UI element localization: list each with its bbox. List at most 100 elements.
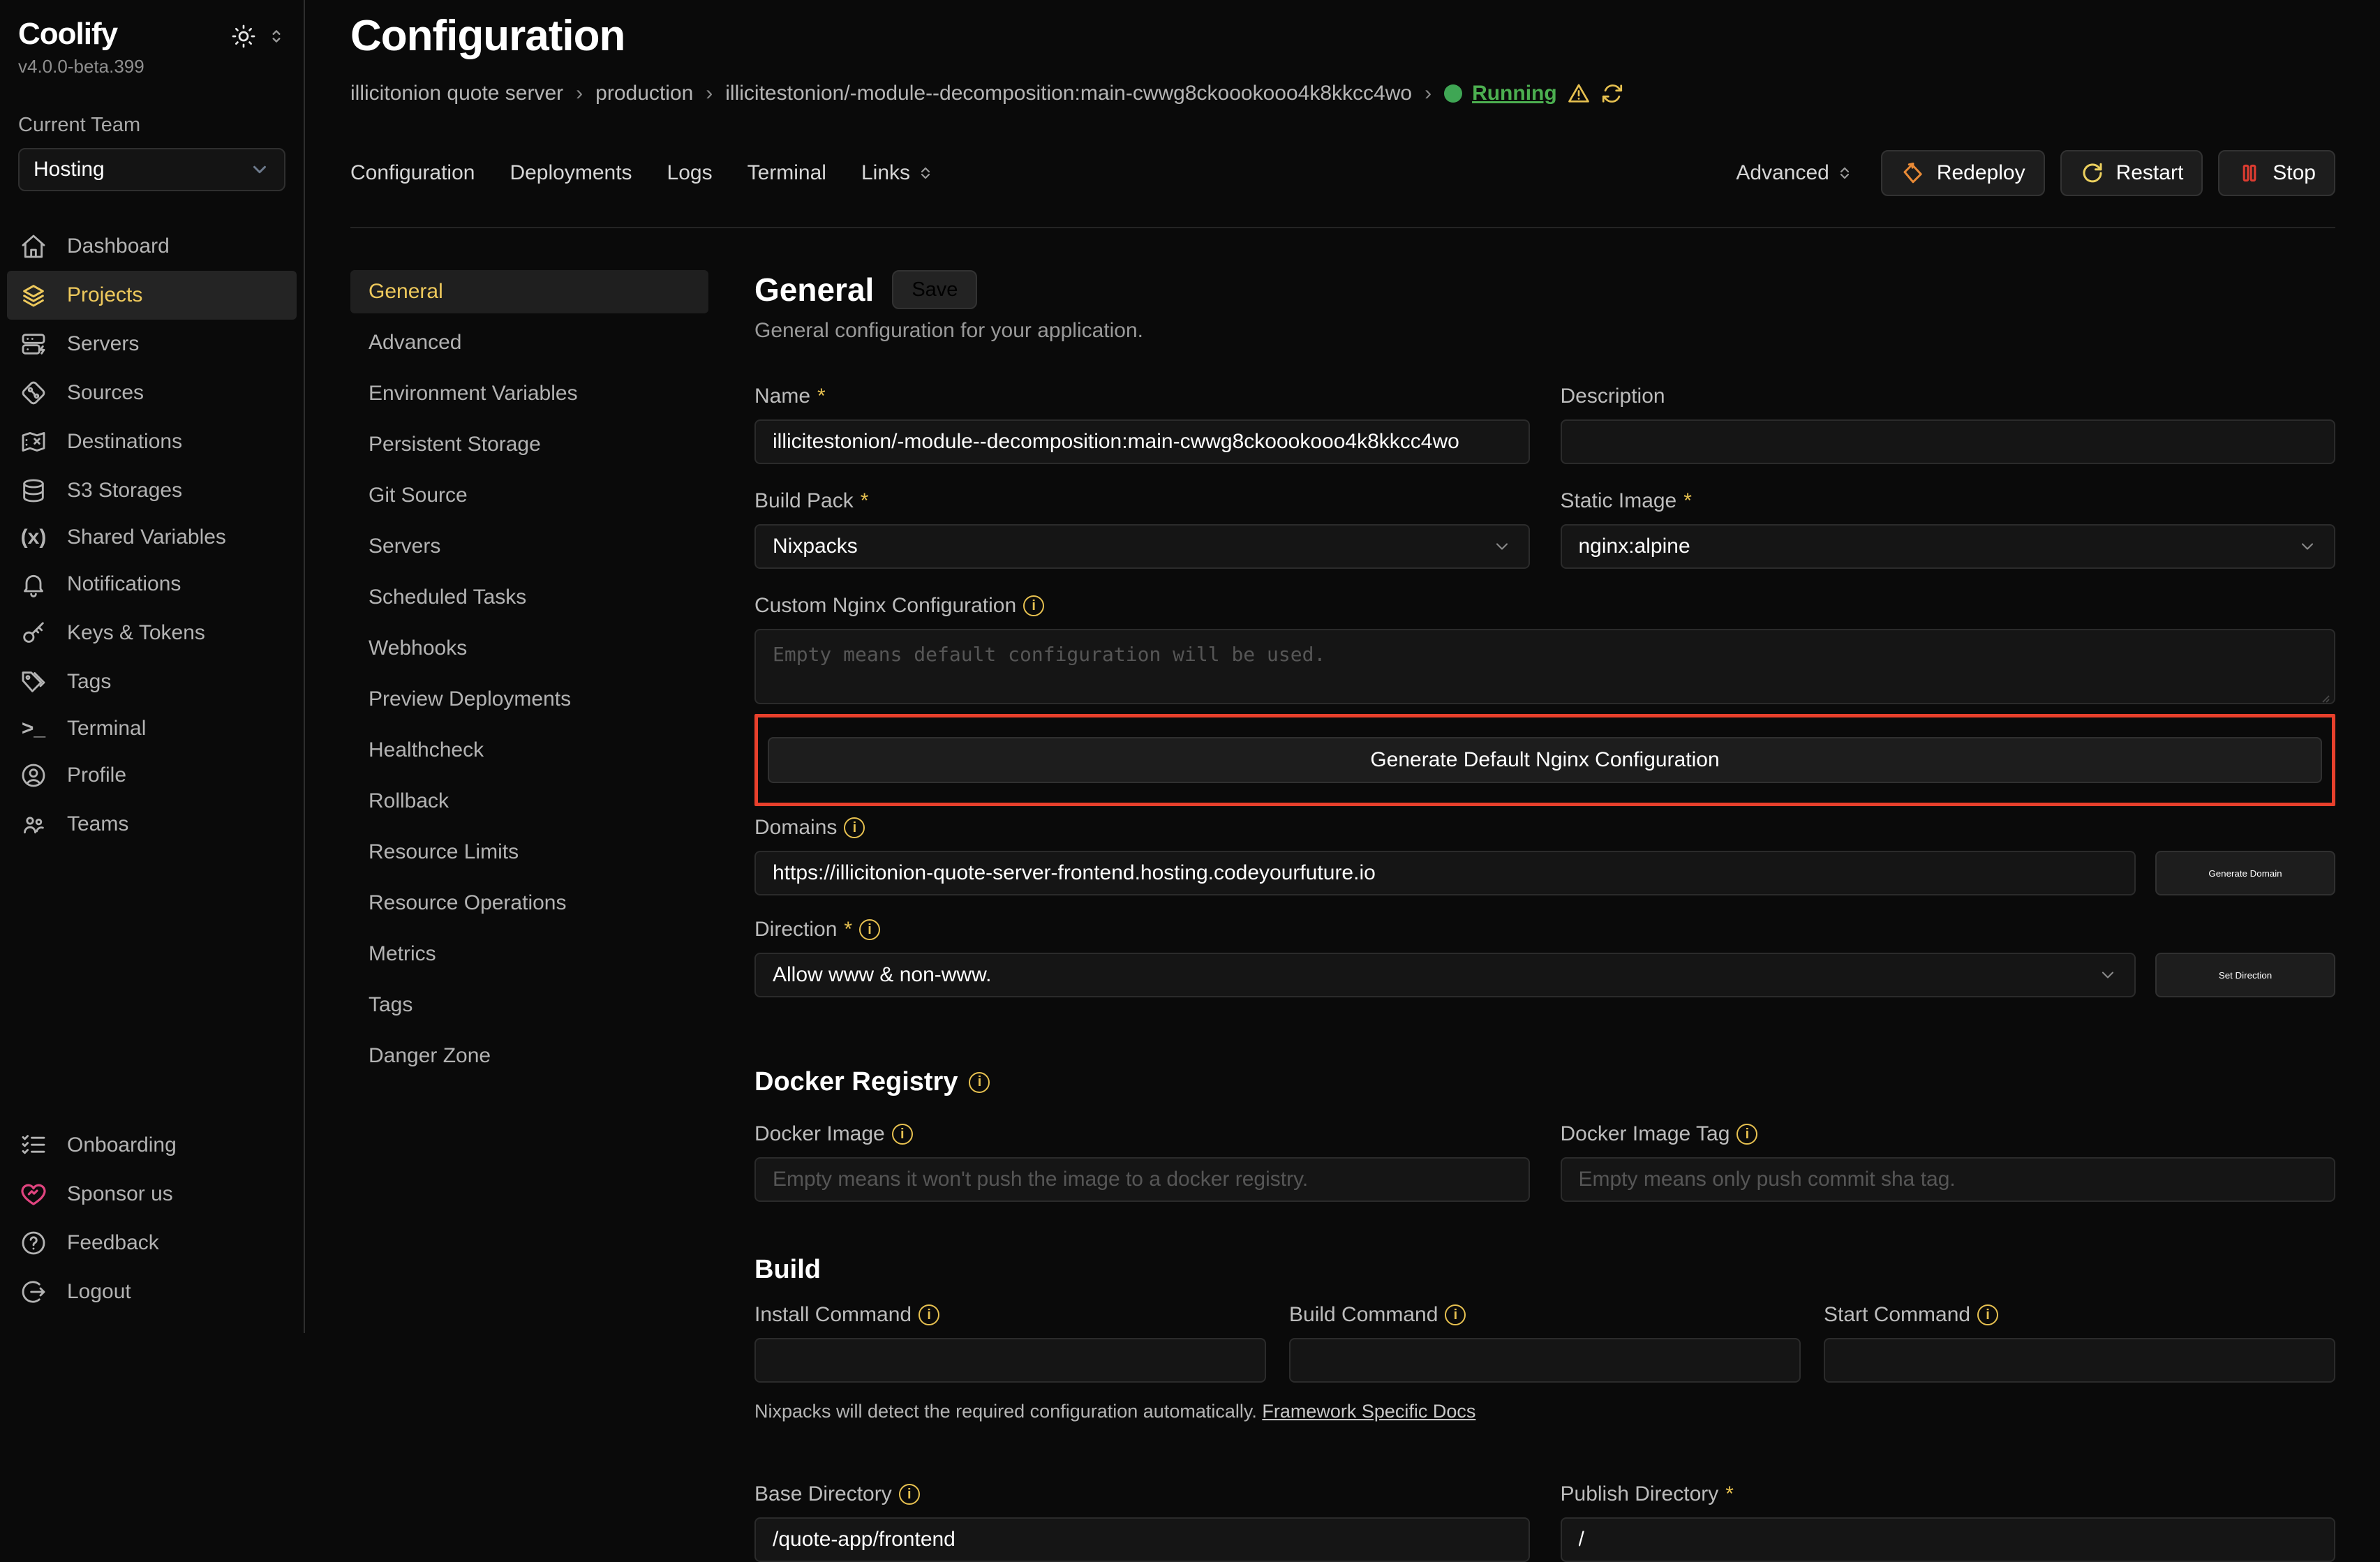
sidebar-item-terminal[interactable]: >_ Terminal	[7, 706, 297, 751]
sidebar-item-teams[interactable]: Teams	[7, 800, 297, 849]
bell-icon	[20, 570, 47, 598]
resize-handle-icon[interactable]	[2319, 692, 2330, 703]
subnav-general[interactable]: General	[350, 270, 708, 313]
subnav-git-source[interactable]: Git Source	[350, 474, 708, 517]
tab-logs[interactable]: Logs	[667, 161, 713, 185]
build-pack-label: Build Pack*	[754, 489, 1530, 513]
docker-image-input[interactable]	[754, 1157, 1530, 1202]
install-command-input[interactable]	[754, 1338, 1266, 1383]
server-icon	[20, 330, 47, 358]
sidebar-item-label: Feedback	[67, 1231, 159, 1255]
info-icon[interactable]	[1445, 1304, 1466, 1325]
sidebar-item-feedback[interactable]: Feedback	[7, 1219, 297, 1267]
subnav-healthcheck[interactable]: Healthcheck	[350, 729, 708, 772]
info-icon[interactable]	[859, 919, 880, 940]
generate-domain-button[interactable]: Generate Domain	[2155, 851, 2335, 895]
subnav-environment-variables[interactable]: Environment Variables	[350, 372, 708, 415]
sidebar-item-sources[interactable]: Sources	[7, 369, 297, 417]
domains-input[interactable]	[754, 851, 2136, 895]
base-directory-input[interactable]	[754, 1517, 1530, 1562]
info-icon[interactable]	[844, 817, 865, 838]
name-input[interactable]	[754, 419, 1530, 464]
chevron-down-icon	[249, 159, 270, 180]
sidebar-item-dashboard[interactable]: Dashboard	[7, 222, 297, 271]
sidebar-item-shared-variables[interactable]: (x) Shared Variables	[7, 515, 297, 560]
home-icon	[20, 232, 47, 260]
build-pack-select[interactable]: Nixpacks	[754, 524, 1530, 569]
sidebar-item-sponsor-us[interactable]: Sponsor us	[7, 1170, 297, 1219]
subnav-resource-operations[interactable]: Resource Operations	[350, 882, 708, 925]
subnav-rollback[interactable]: Rollback	[350, 780, 708, 823]
sidebar-item-keys-tokens[interactable]: Keys & Tokens	[7, 609, 297, 657]
start-command-input[interactable]	[1824, 1338, 2335, 1383]
static-image-label: Static Image*	[1561, 489, 2336, 513]
sidebar-item-label: Notifications	[67, 572, 181, 596]
publish-directory-label: Publish Directory*	[1561, 1482, 2336, 1506]
subnav-danger-zone[interactable]: Danger Zone	[350, 1034, 708, 1078]
sidebar-item-servers[interactable]: Servers	[7, 320, 297, 369]
info-icon[interactable]	[918, 1304, 939, 1325]
static-image-select[interactable]: nginx:alpine	[1561, 524, 2336, 569]
info-icon[interactable]	[1023, 595, 1044, 616]
subnav-tags[interactable]: Tags	[350, 983, 708, 1027]
warning-triangle-icon[interactable]	[1567, 82, 1591, 105]
info-icon[interactable]	[899, 1484, 920, 1505]
sidebar-item-projects[interactable]: Projects	[7, 271, 297, 320]
sidebar-item-label: S3 Storages	[67, 479, 182, 503]
advanced-dropdown[interactable]: Advanced	[1736, 161, 1852, 185]
tab-deployments[interactable]: Deployments	[510, 161, 632, 185]
info-icon[interactable]	[892, 1124, 913, 1145]
set-direction-button[interactable]: Set Direction	[2155, 953, 2335, 997]
subnav-metrics[interactable]: Metrics	[350, 932, 708, 976]
theme-selector-updown-icon[interactable]	[267, 27, 285, 45]
sidebar-item-onboarding[interactable]: Onboarding	[7, 1121, 297, 1170]
docker-image-tag-input[interactable]	[1561, 1157, 2336, 1202]
generate-nginx-config-button[interactable]: Generate Default Nginx Configuration	[768, 737, 2322, 783]
sidebar-item-destinations[interactable]: Destinations	[7, 417, 297, 466]
info-icon[interactable]	[1977, 1304, 1998, 1325]
breadcrumb-application[interactable]: illicitestonion/-module--decomposition:m…	[725, 82, 1412, 105]
subnav-webhooks[interactable]: Webhooks	[350, 627, 708, 670]
restart-button[interactable]: Restart	[2060, 150, 2203, 196]
theme-sun-icon[interactable]	[231, 24, 256, 49]
user-circle-icon	[20, 761, 47, 789]
chevron-up-down-icon	[1836, 165, 1853, 181]
sidebar-item-s3-storages[interactable]: S3 Storages	[7, 466, 297, 515]
tab-links[interactable]: Links	[861, 161, 934, 185]
redeploy-button[interactable]: Redeploy	[1881, 150, 2045, 196]
subnav-resource-limits[interactable]: Resource Limits	[350, 831, 708, 874]
domains-label: Domains	[754, 816, 2335, 840]
team-select[interactable]: Hosting	[18, 148, 285, 191]
sidebar-item-tags[interactable]: Tags	[7, 657, 297, 706]
subnav-servers[interactable]: Servers	[350, 525, 708, 568]
save-button[interactable]: Save	[892, 270, 977, 309]
breadcrumb-project[interactable]: illicitonion quote server	[350, 82, 563, 105]
info-icon[interactable]	[969, 1072, 990, 1093]
required-asterisk: *	[844, 918, 852, 942]
info-icon[interactable]	[1736, 1124, 1757, 1145]
breadcrumb-environment[interactable]: production	[595, 82, 693, 105]
tab-configuration[interactable]: Configuration	[350, 161, 475, 185]
build-command-input[interactable]	[1289, 1338, 1801, 1383]
description-input[interactable]	[1561, 419, 2336, 464]
general-section: General Save General configuration for y…	[754, 270, 2335, 1562]
subnav-persistent-storage[interactable]: Persistent Storage	[350, 423, 708, 466]
publish-directory-input[interactable]	[1561, 1517, 2336, 1562]
subnav-preview-deployments[interactable]: Preview Deployments	[350, 678, 708, 721]
terminal-icon: >_	[20, 717, 47, 741]
sidebar-item-notifications[interactable]: Notifications	[7, 560, 297, 609]
heart-hands-icon	[20, 1180, 47, 1208]
subnav-advanced[interactable]: Advanced	[350, 321, 708, 364]
stop-button[interactable]: Stop	[2218, 150, 2335, 196]
sidebar-item-profile[interactable]: Profile	[7, 751, 297, 800]
subnav-scheduled-tasks[interactable]: Scheduled Tasks	[350, 576, 708, 619]
direction-select[interactable]: Allow www & non-www.	[754, 953, 2136, 997]
status-running-link[interactable]: Running	[1472, 82, 1557, 105]
refresh-icon[interactable]	[1600, 82, 1624, 105]
sidebar-item-logout[interactable]: Logout	[7, 1267, 297, 1316]
page-title: Configuration	[350, 11, 2335, 61]
framework-docs-link[interactable]: Framework Specific Docs	[1262, 1401, 1475, 1422]
nixpacks-helper-text: Nixpacks will detect the required config…	[754, 1401, 2335, 1422]
tab-terminal[interactable]: Terminal	[748, 161, 826, 185]
nginx-config-textarea[interactable]	[754, 629, 2335, 704]
